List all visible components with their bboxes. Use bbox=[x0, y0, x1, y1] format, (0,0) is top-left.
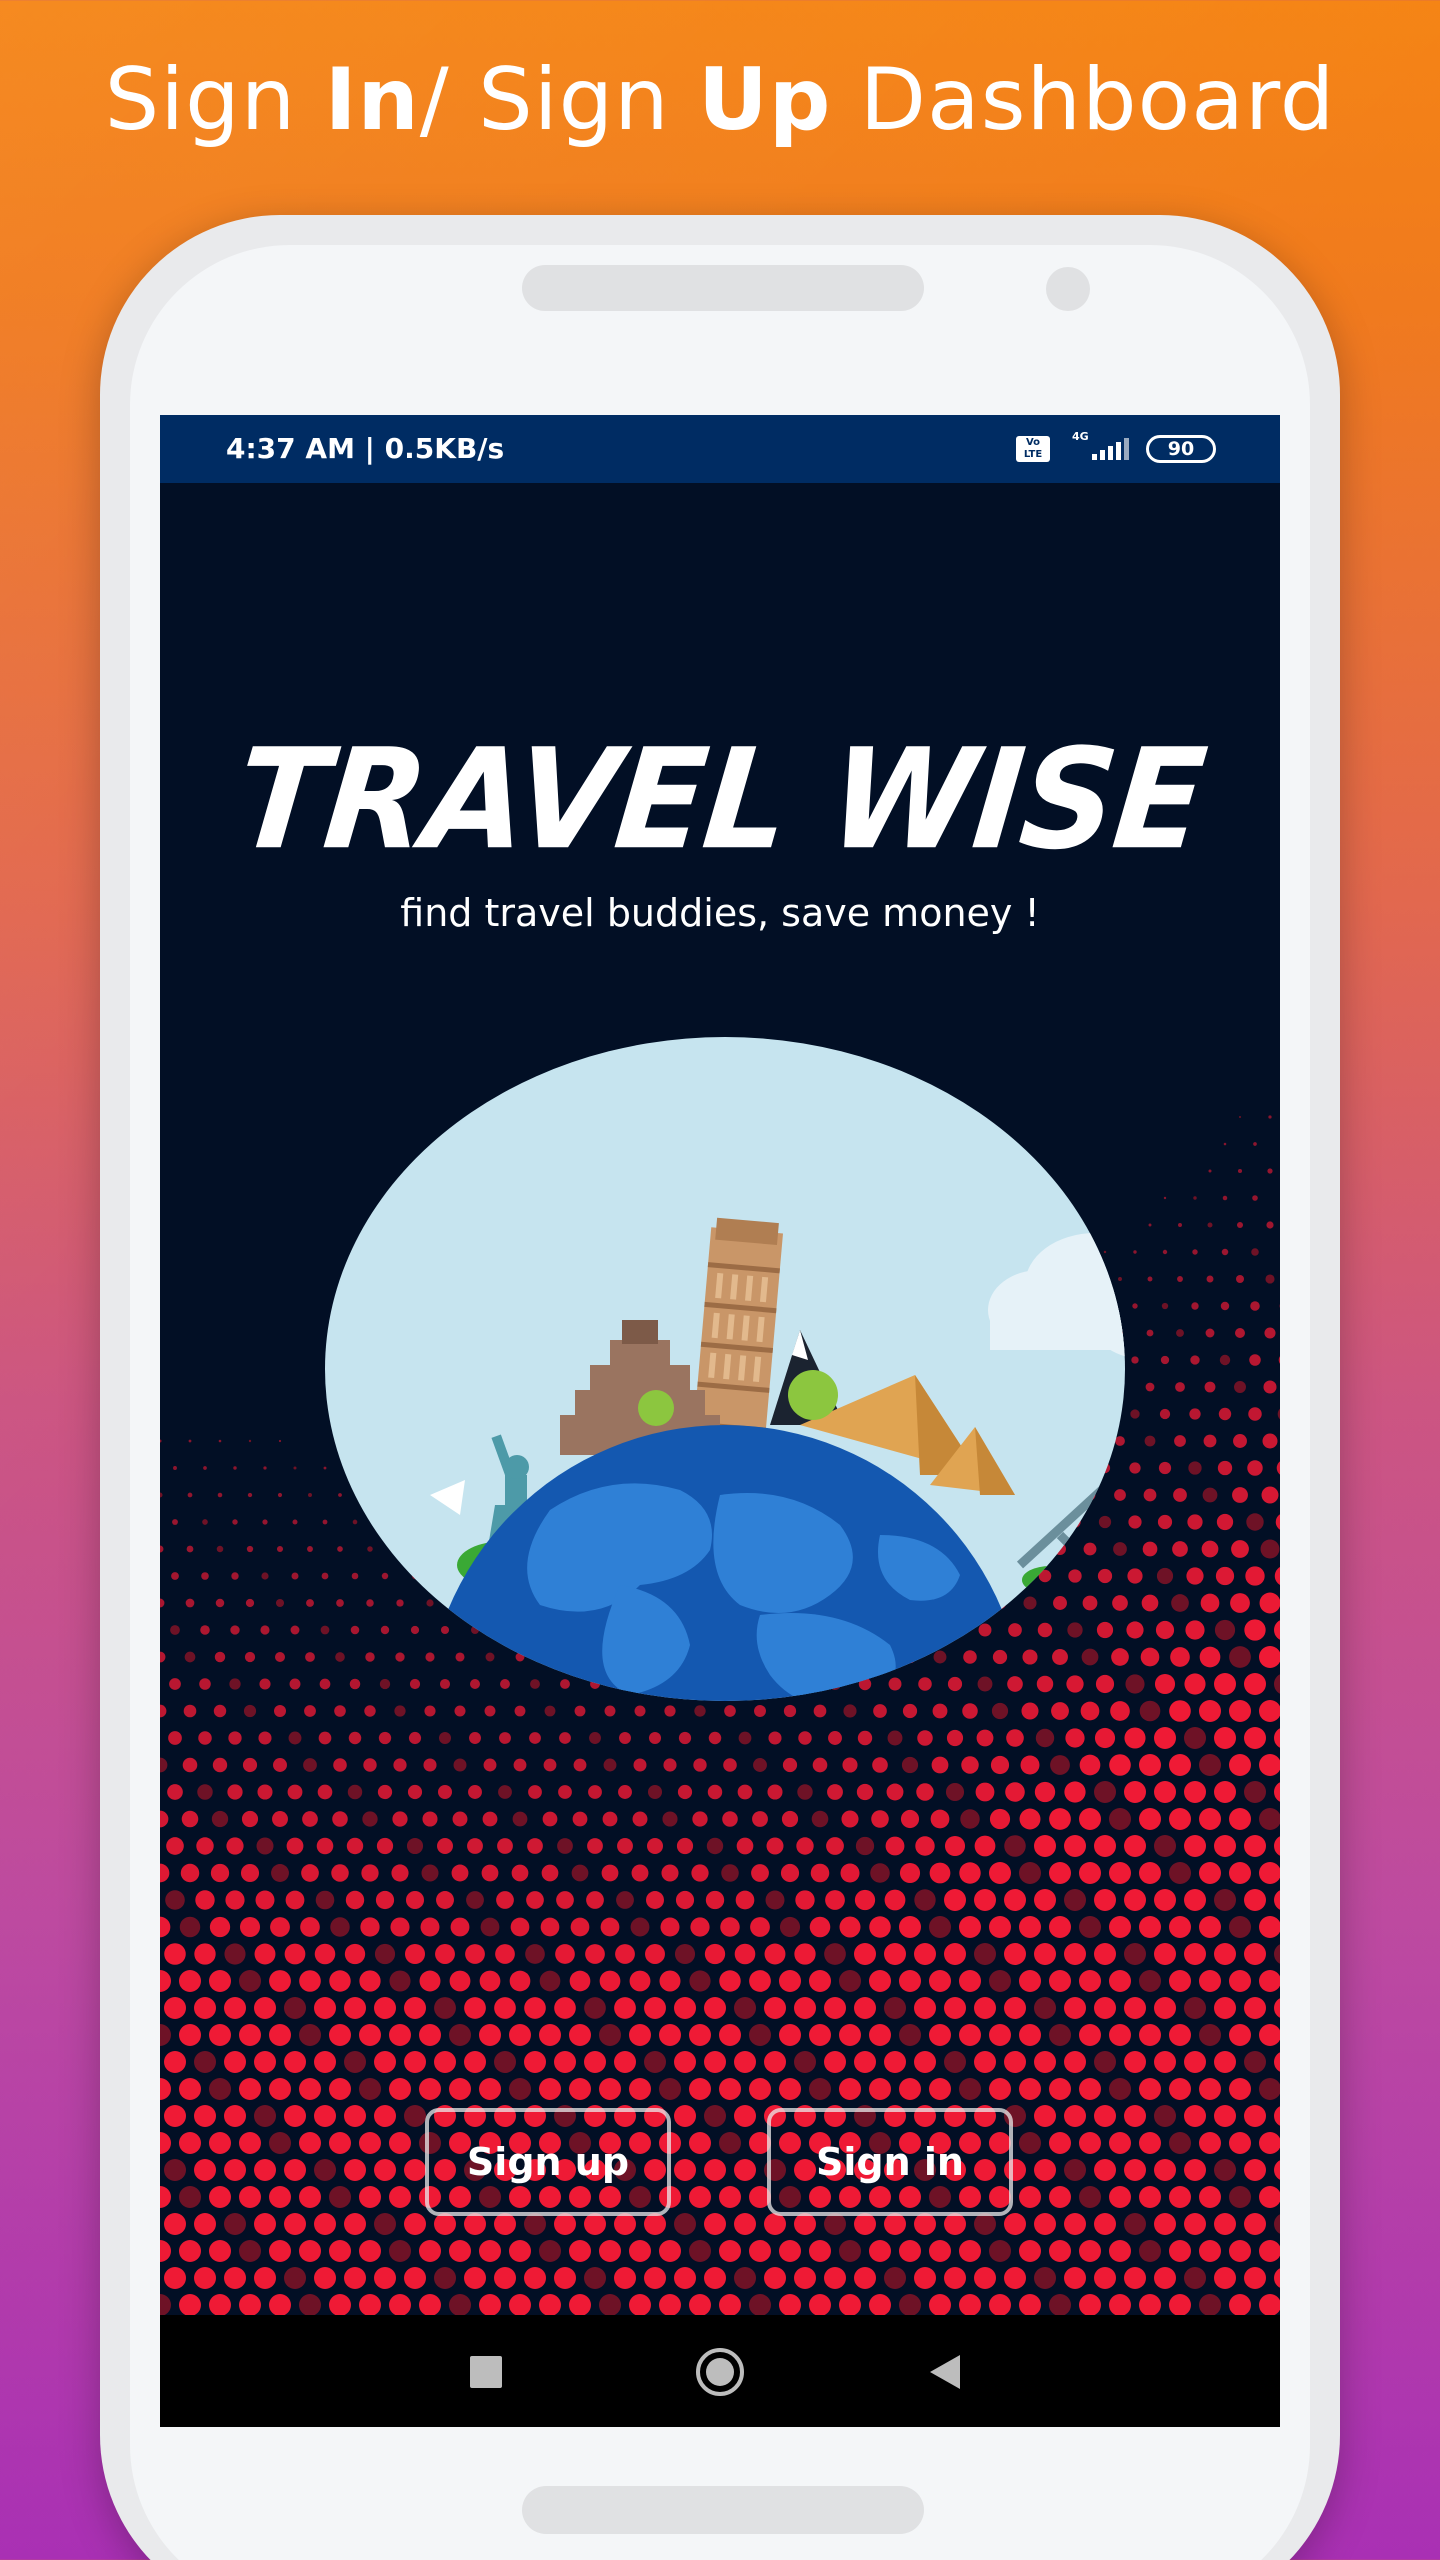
recents-square-icon[interactable] bbox=[470, 2356, 502, 2388]
navigation-bar bbox=[160, 2315, 1280, 2427]
phone-bottom-bar bbox=[522, 2486, 924, 2534]
travel-globe-illustration bbox=[325, 1037, 1125, 1701]
status-bar: 4:37 AM | 0.5KB/s Vo LTE 4G 90 bbox=[160, 415, 1280, 483]
headline-part-4: Up bbox=[698, 50, 832, 150]
back-triangle-icon[interactable] bbox=[930, 2355, 960, 2389]
app-screen: 4:37 AM | 0.5KB/s Vo LTE 4G 90 TRAVEL WIS… bbox=[160, 415, 1280, 2427]
phone-camera bbox=[1046, 267, 1090, 311]
headline-part-5: Dashboard bbox=[831, 50, 1336, 150]
network-type-label: 4G bbox=[1072, 430, 1089, 443]
sign-up-button[interactable]: Sign up bbox=[425, 2108, 671, 2216]
battery-icon: 90 bbox=[1146, 435, 1216, 463]
app-tagline: find travel buddies, save money ! bbox=[400, 891, 1040, 935]
sign-in-button[interactable]: Sign in bbox=[767, 2108, 1013, 2216]
status-icons: Vo LTE 4G 90 bbox=[1016, 415, 1216, 483]
app-title: TRAVEL WISE bbox=[229, 719, 1211, 881]
tree bbox=[788, 1370, 838, 1420]
headline-part-2: In bbox=[324, 50, 420, 150]
page-headline: Sign In/ Sign Up Dashboard bbox=[0, 40, 1440, 160]
volte-icon: Vo LTE bbox=[1016, 436, 1050, 462]
tree bbox=[638, 1390, 674, 1426]
status-time: 4:37 AM | 0.5KB/s bbox=[226, 432, 505, 465]
headline-part-1: Sign bbox=[104, 50, 325, 150]
battery-level: 90 bbox=[1167, 438, 1195, 460]
headline-part-3: / Sign bbox=[419, 50, 699, 150]
signal-icon: 4G bbox=[1070, 430, 1129, 464]
home-circle-icon[interactable] bbox=[696, 2348, 744, 2396]
phone-speaker bbox=[522, 265, 924, 311]
